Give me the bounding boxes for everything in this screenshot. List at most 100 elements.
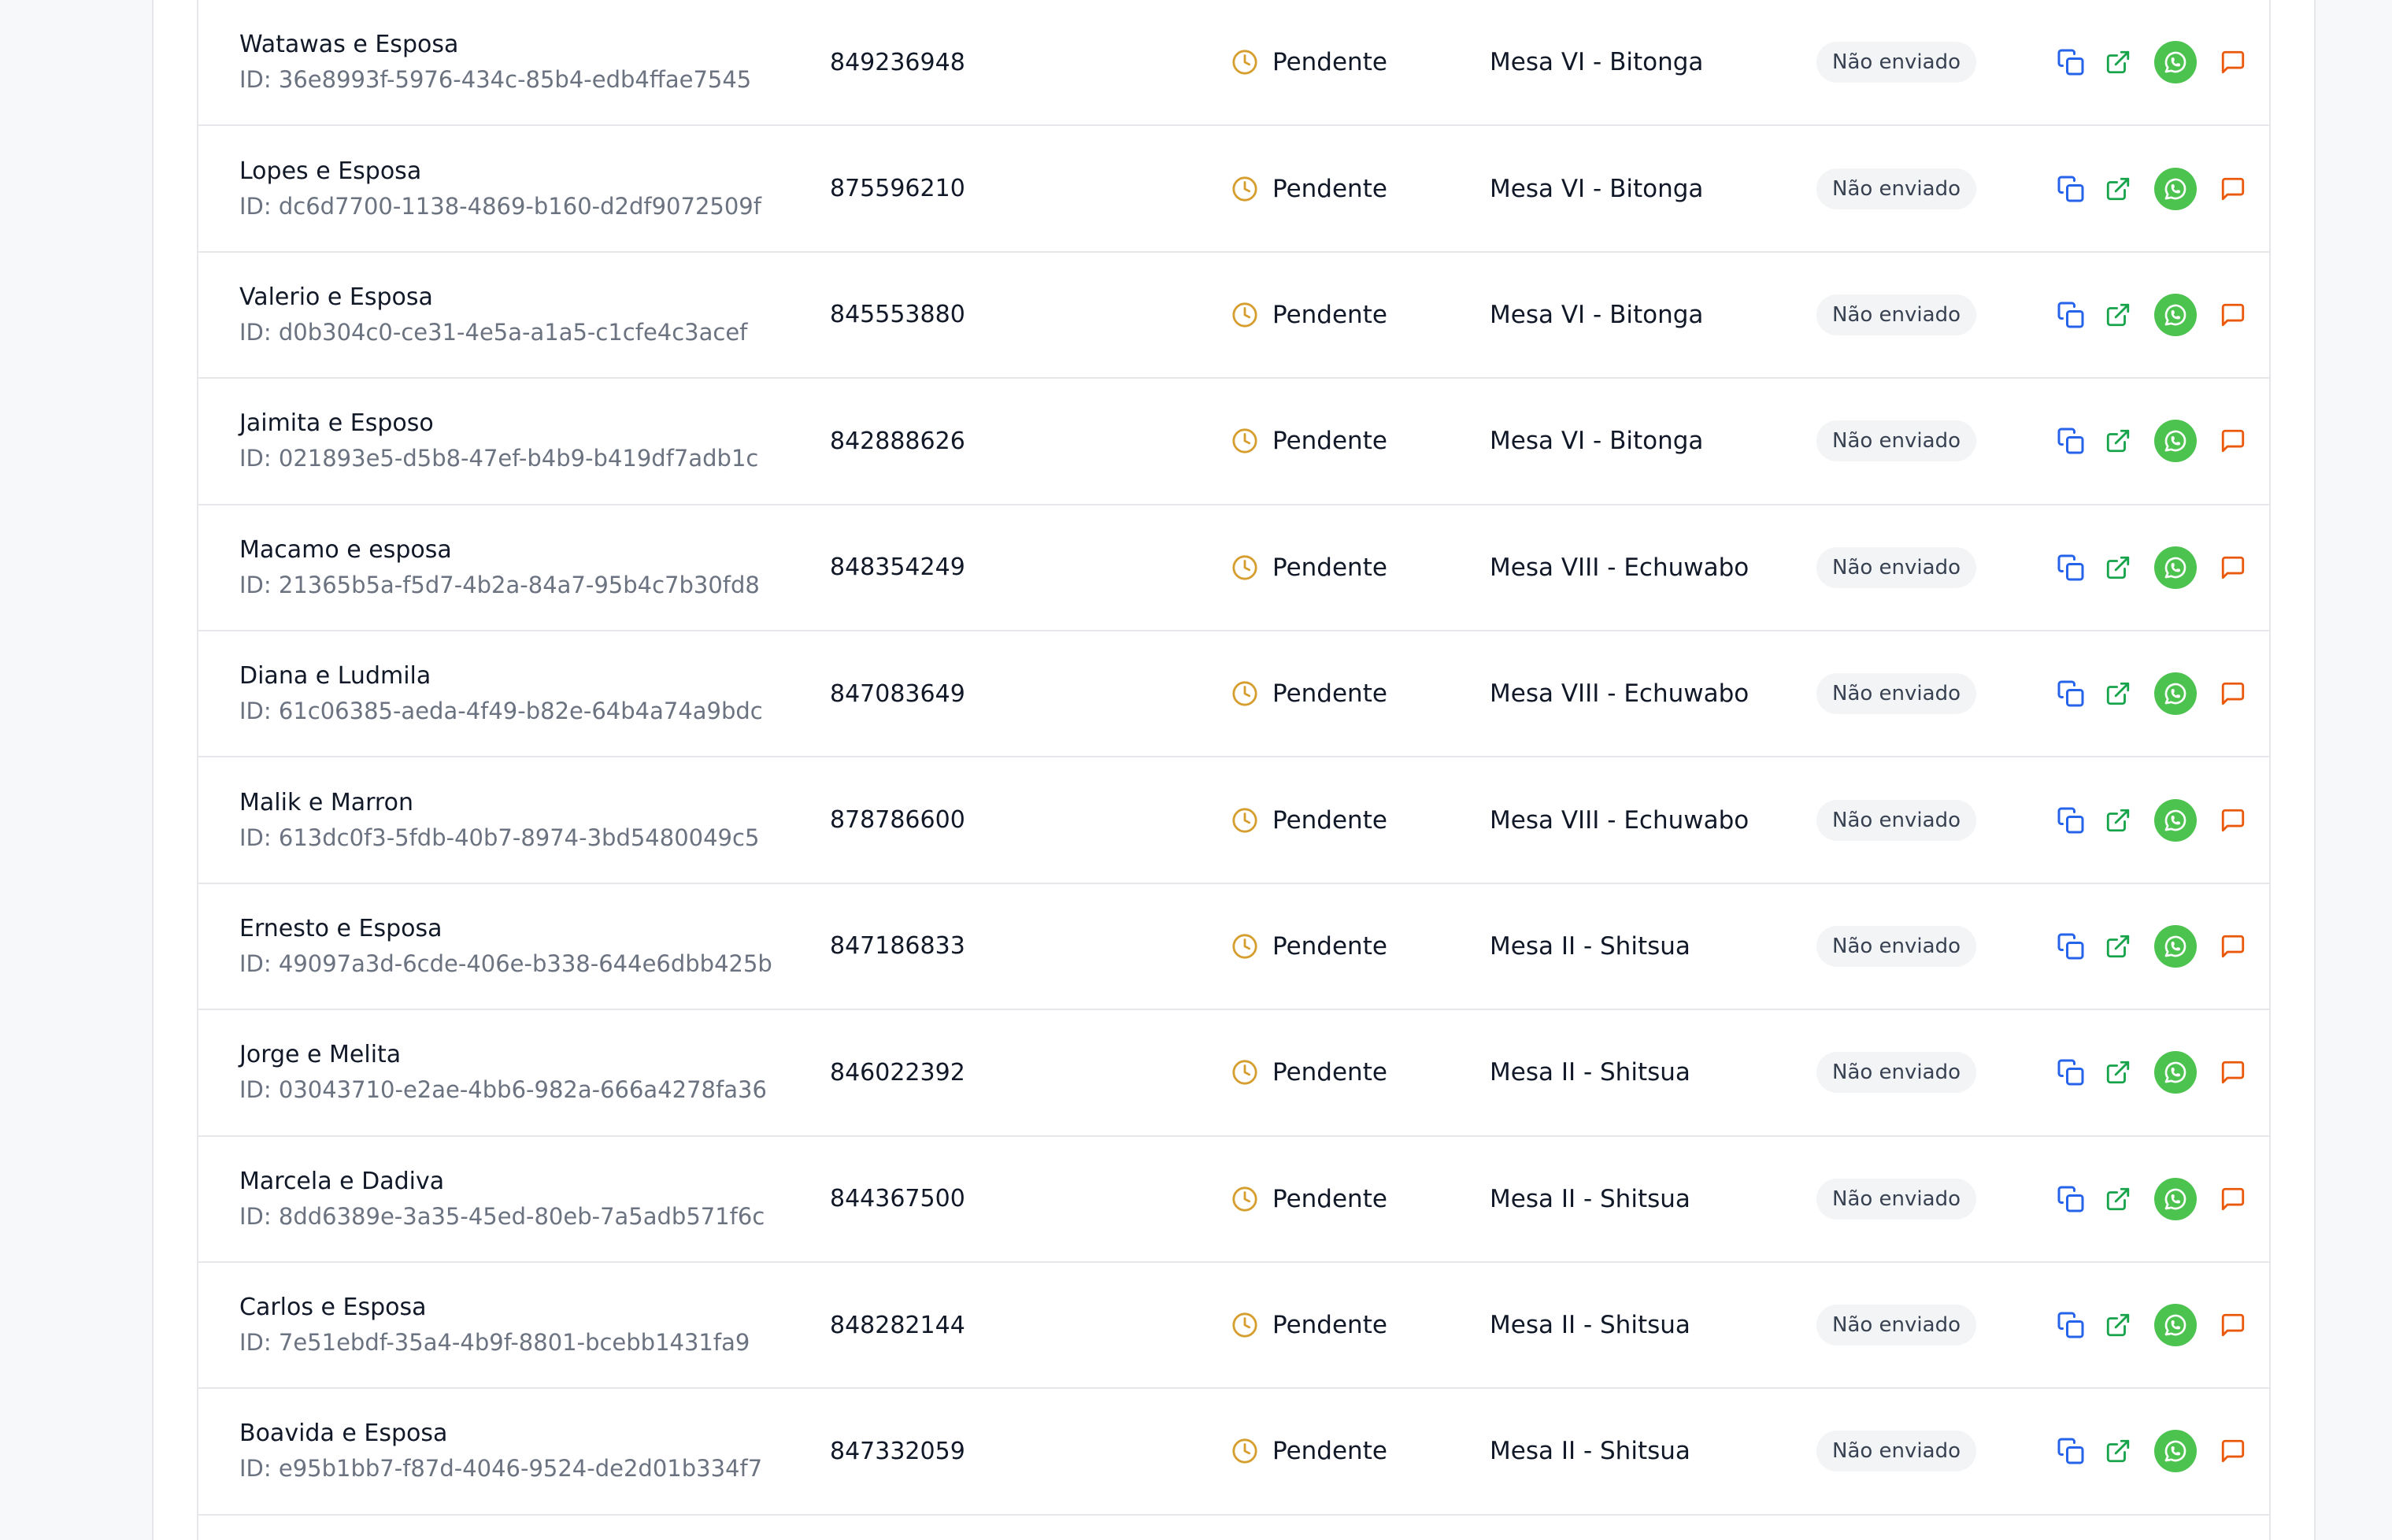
copy-link-button[interactable] [2055, 173, 2087, 205]
send-message-button[interactable] [2217, 46, 2249, 78]
external-link-icon [2106, 1440, 2130, 1463]
whatsapp-icon [2164, 683, 2186, 705]
send-message-button[interactable] [2217, 1057, 2249, 1088]
whatsapp-button[interactable] [2154, 1304, 2197, 1347]
copy-link-button[interactable] [2055, 299, 2087, 331]
send-message-button[interactable] [2217, 552, 2249, 583]
whatsapp-button[interactable] [2154, 293, 2197, 336]
assigned-table: Mesa II - Shitsua [1490, 931, 1690, 961]
table-row: Valerio e Esposa ID: d0b304c0-ce31-4e5a-… [198, 253, 2269, 379]
row-actions [2055, 1137, 2269, 1261]
copy-icon [2057, 1059, 2084, 1086]
more-actions-button[interactable] [2268, 1183, 2269, 1215]
open-invite-button[interactable] [2102, 1057, 2134, 1088]
open-invite-button[interactable] [2102, 1435, 2134, 1467]
guest-id: ID: 61c06385-aeda-4f49-b82e-64b4a74a9bdc [239, 698, 763, 725]
send-message-button[interactable] [2217, 1309, 2249, 1341]
send-message-button[interactable] [2217, 425, 2249, 457]
invite-sent-cell: Não enviado [1816, 1137, 1976, 1261]
copy-link-button[interactable] [2055, 1435, 2087, 1467]
rsvp-status-label: Pendente [1272, 679, 1387, 709]
send-message-button[interactable] [2217, 931, 2249, 962]
message-icon [2221, 1187, 2245, 1210]
clock-icon [1232, 302, 1257, 328]
whatsapp-button[interactable] [2154, 798, 2197, 842]
clock-icon [1232, 1312, 1257, 1338]
whatsapp-button[interactable] [2154, 167, 2197, 210]
assigned-table: Mesa VIII - Echuwabo [1490, 805, 1750, 835]
guest-name-cell: Ernesto e Esposa ID: 49097a3d-6cde-406e-… [239, 884, 772, 1009]
guest-name: Ernesto e Esposa [239, 914, 442, 942]
copy-link-button[interactable] [2055, 931, 2087, 962]
more-actions-button[interactable] [2268, 1435, 2269, 1467]
message-icon [2221, 935, 2245, 958]
rsvp-status: Pendente [1231, 126, 1387, 250]
send-message-button[interactable] [2217, 1183, 2249, 1215]
document-icon [2270, 554, 2271, 581]
open-invite-button[interactable] [2102, 46, 2134, 78]
copy-link-button[interactable] [2055, 805, 2087, 836]
open-invite-button[interactable] [2102, 299, 2134, 331]
more-actions-button[interactable] [2268, 1309, 2271, 1341]
copy-link-button[interactable] [2055, 552, 2087, 583]
whatsapp-button[interactable] [2154, 41, 2197, 84]
document-icon [2270, 807, 2271, 834]
rsvp-status-label: Pendente [1272, 1437, 1387, 1466]
more-actions-button[interactable] [2268, 173, 2269, 205]
more-actions-button[interactable] [2268, 299, 2269, 331]
more-actions-button[interactable] [2268, 552, 2271, 583]
whatsapp-button[interactable] [2154, 672, 2197, 716]
clock-icon [1232, 176, 1257, 202]
whatsapp-button[interactable] [2154, 546, 2197, 589]
open-invite-button[interactable] [2102, 931, 2134, 962]
whatsapp-icon [2164, 178, 2186, 199]
open-invite-button[interactable] [2102, 425, 2134, 457]
rsvp-status-label: Pendente [1272, 1058, 1387, 1087]
open-invite-button[interactable] [2102, 1183, 2134, 1215]
more-actions-button[interactable] [2268, 805, 2271, 836]
row-actions [2055, 0, 2269, 124]
guest-id: ID: 7e51ebdf-35a4-4b9f-8801-bcebb1431fa9 [239, 1329, 750, 1357]
more-actions-button[interactable] [2268, 46, 2269, 78]
more-actions-button[interactable] [2268, 931, 2271, 962]
send-message-button[interactable] [2217, 173, 2249, 205]
row-actions [2055, 379, 2269, 503]
send-message-button[interactable] [2217, 678, 2249, 709]
open-invite-button[interactable] [2102, 678, 2134, 709]
send-message-button[interactable] [2217, 1435, 2249, 1467]
clock-icon [1232, 681, 1257, 706]
whatsapp-button[interactable] [2154, 924, 2197, 968]
more-actions-button[interactable] [2268, 1057, 2269, 1088]
open-invite-button[interactable] [2102, 552, 2134, 583]
more-actions-button[interactable] [2268, 678, 2269, 709]
document-icon [2270, 1312, 2271, 1338]
guest-name: Lopes e Esposa [239, 157, 422, 185]
open-invite-button[interactable] [2102, 173, 2134, 205]
whatsapp-button[interactable] [2154, 420, 2197, 463]
whatsapp-icon [2164, 809, 2186, 831]
copy-link-button[interactable] [2055, 1183, 2087, 1215]
copy-link-button[interactable] [2055, 1309, 2087, 1341]
whatsapp-button[interactable] [2154, 1051, 2197, 1094]
more-actions-button[interactable] [2268, 425, 2269, 457]
copy-link-button[interactable] [2055, 46, 2087, 78]
row-actions [2055, 631, 2269, 756]
row-actions [2055, 1389, 2269, 1513]
guest-name: Valerio e Esposa [239, 283, 433, 311]
send-message-button[interactable] [2217, 805, 2249, 836]
invite-sent-cell: Não enviado [1816, 505, 1976, 630]
open-invite-button[interactable] [2102, 1309, 2134, 1341]
row-actions [2055, 253, 2269, 377]
copy-link-button[interactable] [2055, 425, 2087, 457]
document-icon [2270, 933, 2271, 960]
guest-id: ID: 8dd6389e-3a35-45ed-80eb-7a5adb571f6c [239, 1202, 765, 1230]
copy-link-button[interactable] [2055, 678, 2087, 709]
invite-status-badge: Não enviado [1816, 673, 1976, 715]
open-invite-button[interactable] [2102, 805, 2134, 836]
whatsapp-button[interactable] [2154, 1177, 2197, 1220]
send-message-button[interactable] [2217, 299, 2249, 331]
whatsapp-button[interactable] [2154, 1430, 2197, 1473]
row-actions [2055, 1010, 2269, 1135]
clock-icon [1232, 555, 1257, 580]
copy-link-button[interactable] [2055, 1057, 2087, 1088]
